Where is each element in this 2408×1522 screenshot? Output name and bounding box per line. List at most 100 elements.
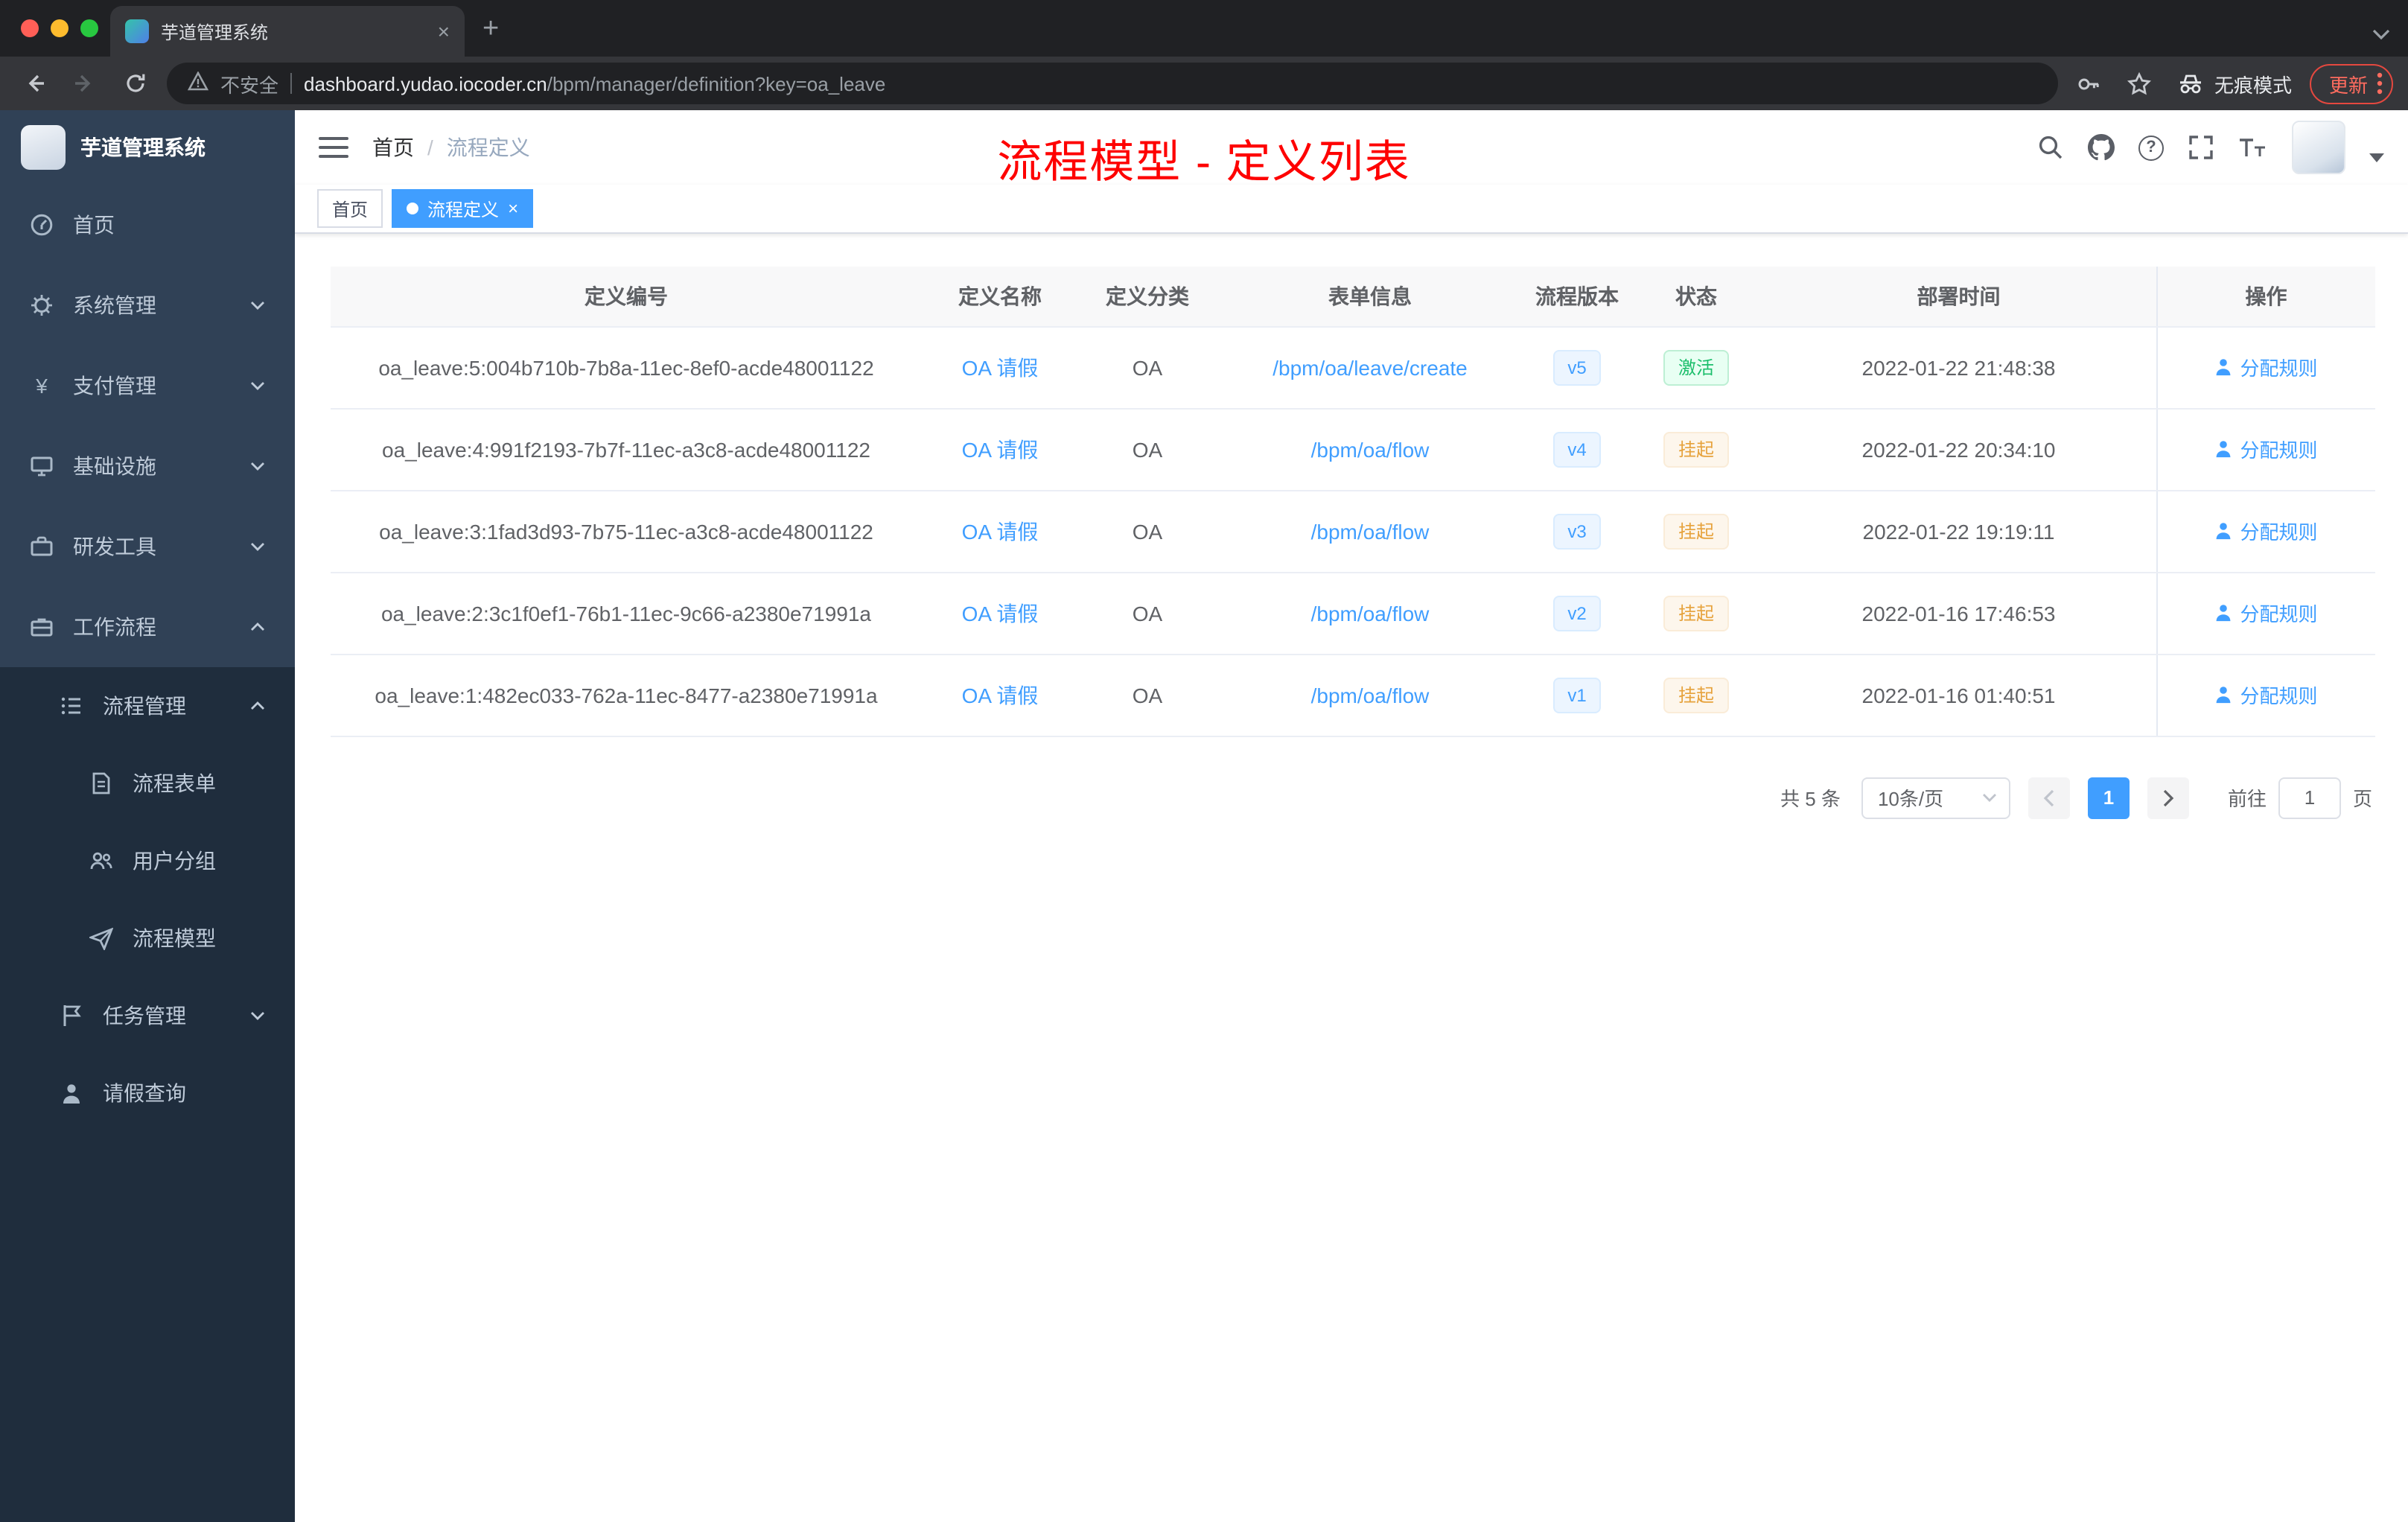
definition-name-link[interactable]: OA 请假 (962, 519, 1039, 543)
browser-toolbar: 不安全 dashboard.yudao.iocoder.cn/bpm/manag… (0, 57, 2408, 110)
caret-down-icon[interactable] (2369, 153, 2384, 162)
chevron-down-icon (250, 541, 265, 553)
status-badge: 激活 (1663, 349, 1729, 385)
page-size-value: 10条/页 (1877, 788, 1944, 810)
sidebar-item-infrastructure[interactable]: 基础设施 (0, 426, 295, 506)
hamburger-icon[interactable] (319, 137, 348, 158)
form-link[interactable]: /bpm/oa/flow (1311, 519, 1430, 543)
browser-tab[interactable]: 芋道管理系统 × (110, 6, 465, 57)
cell-category: OA (1078, 572, 1217, 655)
toolbox-icon (30, 535, 54, 558)
sidebar-item-process-model[interactable]: 流程模型 (0, 899, 295, 977)
current-page-button[interactable]: 1 (2087, 777, 2130, 818)
active-dot-icon (407, 203, 419, 214)
assign-rule-button[interactable]: 分配规则 (2214, 353, 2318, 381)
version-badge: v4 (1552, 431, 1602, 467)
chevron-down-icon (1982, 794, 1996, 802)
sidebar-item-workflow[interactable]: 工作流程 (0, 587, 295, 667)
monitor-icon (30, 454, 54, 478)
tag-close-icon[interactable]: × (508, 200, 518, 217)
sidebar-item-home[interactable]: 首页 (0, 185, 295, 265)
sidebar-item-devtools[interactable]: 研发工具 (0, 506, 295, 587)
breadcrumb-home[interactable]: 首页 (372, 133, 414, 162)
form-link[interactable]: /bpm/oa/flow (1311, 683, 1430, 707)
tags-view: 首页 流程定义 × (295, 185, 2408, 234)
chevron-up-icon (250, 621, 265, 633)
url-host: dashboard.yudao.iocoder.cn (304, 72, 547, 95)
sidebar-item-label: 首页 (73, 213, 115, 237)
incognito-indicator: 无痕模式 (2177, 69, 2292, 98)
help-icon[interactable]: ? (2138, 135, 2164, 160)
form-link[interactable]: /bpm/oa/leave/create (1273, 355, 1468, 379)
sidebar-item-label: 任务管理 (103, 1004, 186, 1028)
app-header: 首页 / 流程定义 ? (295, 110, 2408, 185)
pagination-total: 共 5 条 (1780, 788, 1841, 810)
col-form-info: 表单信息 (1217, 267, 1523, 327)
assign-rule-button[interactable]: 分配规则 (2214, 517, 2318, 545)
goto-page-input[interactable] (2278, 777, 2341, 818)
logo-title: 芋道管理系统 (80, 136, 206, 159)
sidebar-item-user-group[interactable]: 用户分组 (0, 822, 295, 899)
sidebar-item-system[interactable]: 系统管理 (0, 265, 295, 346)
window-zoom-button[interactable] (80, 19, 98, 37)
version-badge: v2 (1552, 595, 1602, 631)
cell-definition-id: oa_leave:3:1fad3d93-7b75-11ec-a3c8-acde4… (331, 490, 922, 573)
table-row: oa_leave:5:004b710b-7b8a-11ec-8ef0-acde4… (331, 326, 2375, 409)
user-avatar[interactable] (2292, 121, 2345, 174)
password-key-icon[interactable] (2070, 64, 2109, 103)
sidebar-item-process-management[interactable]: 流程管理 (0, 667, 295, 745)
page-content: 定义编号 定义名称 定义分类 表单信息 流程版本 状态 部署时间 操作 oa_l (295, 234, 2408, 1522)
tag-process-definition[interactable]: 流程定义 × (392, 189, 534, 228)
col-process-version: 流程版本 (1523, 267, 1631, 327)
forward-icon[interactable] (66, 64, 104, 103)
chevron-down-icon (250, 299, 265, 311)
search-icon[interactable] (2037, 134, 2064, 161)
definition-name-link[interactable]: OA 请假 (962, 683, 1039, 707)
table-row: oa_leave:3:1fad3d93-7b75-11ec-a3c8-acde4… (331, 490, 2375, 573)
sidebar-item-label: 流程表单 (133, 771, 216, 795)
assign-rule-button[interactable]: 分配规则 (2214, 681, 2318, 709)
sidebar-item-label: 工作流程 (73, 615, 156, 639)
tag-home[interactable]: 首页 (317, 189, 383, 228)
yen-icon: ¥ (36, 374, 48, 398)
sidebar-submenu: 流程管理 流程表单 用户分组 流程模型 任务管理 请假查询 (0, 667, 295, 1522)
definition-name-link[interactable]: OA 请假 (962, 601, 1039, 625)
next-page-button[interactable] (2147, 777, 2189, 818)
app-window: 芋道管理系统 首页 系统管理 ¥ 支付管理 基础设施 研发工具 工作流程 流程管… (0, 110, 2408, 1522)
screen: 芋道管理系统 × + 不安全 dashboard.yudao.iocoder.c… (0, 0, 2408, 1522)
briefcase-icon (30, 615, 54, 639)
tab-close-icon[interactable]: × (438, 21, 450, 42)
sidebar-item-process-form[interactable]: 流程表单 (0, 745, 295, 822)
sidebar-item-payment[interactable]: ¥ 支付管理 (0, 346, 295, 426)
reload-icon[interactable] (116, 64, 155, 103)
person-icon (2217, 605, 2231, 622)
cell-definition-id: oa_leave:5:004b710b-7b8a-11ec-8ef0-acde4… (331, 326, 922, 409)
bookmark-star-icon[interactable] (2121, 64, 2159, 103)
assign-rule-button[interactable]: 分配规则 (2214, 435, 2318, 463)
back-icon[interactable] (15, 64, 54, 103)
sidebar-item-label: 流程模型 (133, 926, 216, 950)
cell-category: OA (1078, 326, 1217, 409)
assign-rule-button[interactable]: 分配规则 (2214, 599, 2318, 627)
sidebar-item-leave-query[interactable]: 请假查询 (0, 1054, 295, 1132)
chrome-update-button[interactable]: 更新 (2309, 63, 2393, 104)
address-bar[interactable]: 不安全 dashboard.yudao.iocoder.cn/bpm/manag… (167, 63, 2058, 104)
chevron-up-icon (250, 700, 265, 712)
definition-name-link[interactable]: OA 请假 (962, 355, 1039, 379)
form-link[interactable]: /bpm/oa/flow (1311, 437, 1430, 461)
prev-page-button[interactable] (2028, 777, 2070, 818)
fullscreen-icon[interactable] (2188, 134, 2214, 161)
github-icon[interactable] (2088, 134, 2115, 161)
sidebar-logo[interactable]: 芋道管理系统 (0, 110, 295, 185)
cell-definition-id: oa_leave:4:991f2193-7b7f-11ec-a3c8-acde4… (331, 408, 922, 491)
tab-search-icon[interactable] (2372, 21, 2390, 48)
window-minimize-button[interactable] (51, 19, 69, 37)
form-link[interactable]: /bpm/oa/flow (1311, 601, 1430, 625)
sidebar-item-task-management[interactable]: 任务管理 (0, 977, 295, 1054)
font-size-icon[interactable] (2238, 136, 2268, 159)
page-size-select[interactable]: 10条/页 (1861, 777, 2010, 818)
definition-name-link[interactable]: OA 请假 (962, 437, 1039, 461)
new-tab-button[interactable]: + (482, 13, 499, 46)
table-row: oa_leave:1:482ec033-762a-11ec-8477-a2380… (331, 654, 2375, 736)
window-close-button[interactable] (21, 19, 39, 37)
